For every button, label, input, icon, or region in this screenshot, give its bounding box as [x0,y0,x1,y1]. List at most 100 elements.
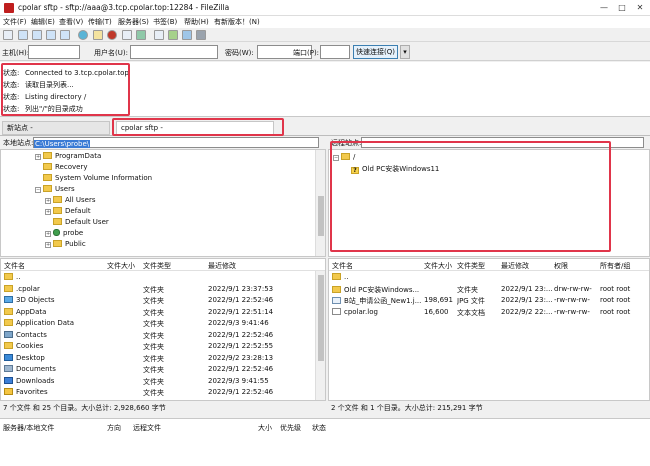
tree-item[interactable]: Recovery [43,163,87,171]
tree-item[interactable]: + All Users [45,196,96,204]
disconnect-icon[interactable] [122,30,132,40]
tree-item[interactable]: − / [333,153,355,161]
tree-item[interactable]: ? Old PC安装Windows11 [351,164,439,174]
col-filetype[interactable]: 文件类型 [143,261,171,271]
menu-bookmarks[interactable]: 书签(B) [153,17,177,27]
queue-col-direction[interactable]: 方向 [107,423,121,433]
site-manager-icon[interactable] [3,30,13,40]
file-row[interactable]: Desktop 文件夹 2022/9/2 23:28:13 [1,353,325,364]
minimize-button[interactable]: — [598,2,610,14]
toggle-local-tree-icon[interactable] [32,30,42,40]
file-date: 2022/9/1 23:... [501,296,553,304]
host-input[interactable] [28,45,80,59]
file-size: 16,600 [424,307,449,316]
search-icon[interactable] [196,30,206,40]
file-row[interactable]: .cpolar 文件夹 2022/9/1 23:37:53 [1,284,325,295]
cancel-icon[interactable] [107,30,117,40]
close-button[interactable]: ✕ [634,2,646,14]
tree-item[interactable]: + Default [45,207,91,215]
image-icon [332,297,341,304]
username-input[interactable] [130,45,218,59]
tree-item[interactable]: System Volume Information [43,174,152,182]
quickconnect-dropdown-button[interactable]: ▾ [400,45,410,59]
file-row[interactable]: Application Data 文件夹 2022/9/3 9:41:46 [1,318,325,329]
tab-new-site[interactable]: 新站点 - sftp://aaa@127.0.0.1 [2,121,110,145]
docs-icon [4,365,13,372]
tree-item[interactable]: + probe [45,229,83,237]
remote-path-input[interactable] [361,137,644,148]
col-filename[interactable]: 文件名 [332,261,353,271]
file-name: Favorites [16,388,48,396]
file-row[interactable]: Favorites 文件夹 2022/9/1 22:52:46 [1,387,325,398]
col-modified[interactable]: 最近修改 [208,261,236,271]
queue-col-status[interactable]: 状态 [312,423,326,433]
toggle-queue-icon[interactable] [60,30,70,40]
menu-edit[interactable]: 编辑(E) [31,17,55,27]
file-row[interactable]: Cookies 文件夹 2022/9/1 22:52:55 [1,341,325,352]
queue-col-priority[interactable]: 优先级 [280,423,301,433]
file-date: 2022/9/1 22:52:55 [208,342,274,350]
file-row[interactable]: AppData 文件夹 2022/9/1 22:51:14 [1,307,325,318]
file-type: 文本文档 [457,308,485,317]
menu-file[interactable]: 文件(F) [3,17,27,27]
local-list-scrollbar[interactable] [315,271,325,400]
col-filetype[interactable]: 文件类型 [457,261,485,271]
sync-browse-icon[interactable] [182,30,192,40]
file-row[interactable]: Contacts 文件夹 2022/9/1 22:52:46 [1,330,325,341]
folder-icon [4,273,13,280]
menu-help[interactable]: 帮助(H) [184,17,209,27]
file-row[interactable]: Documents 文件夹 2022/9/1 22:52:46 [1,364,325,375]
tree-item[interactable]: + ProgramData [35,152,101,160]
file-date: 2022/9/2 22:... [501,307,553,316]
file-type: 文件夹 [143,285,164,294]
file-row[interactable]: 3D Objects 文件夹 2022/9/1 22:52:46 [1,295,325,306]
file-date: 2022/9/1 22:52:46 [208,330,274,339]
menu-server[interactable]: 服务器(S) [118,17,149,27]
file-row[interactable]: B站_申请公函_New1.j... 198,691 JPG 文件 2022/9/1 2… [329,295,649,306]
file-row[interactable]: .. [329,272,649,283]
queue-col-size[interactable]: 大小 [258,423,272,433]
queue-col-server-local[interactable]: 服务器/本地文件 [3,423,54,433]
process-queue-icon[interactable] [93,30,103,40]
toggle-remote-tree-icon[interactable] [46,30,56,40]
col-filesize[interactable]: 文件大小 [107,261,135,271]
tree-item[interactable]: − Users [35,185,75,193]
col-filename[interactable]: 文件名 [4,261,25,271]
reconnect-icon[interactable] [136,30,146,40]
port-input[interactable] [320,45,350,59]
col-permissions[interactable]: 权限 [554,261,568,271]
local-status: 7 个文件 和 25 个目录。大小总计: 2,928,660 字节 [3,402,323,414]
tree-item[interactable]: + Public [45,240,86,248]
scroll-thumb[interactable] [318,196,324,236]
username-label: 用户名(U): [94,49,128,57]
queue-col-remote[interactable]: 远程文件 [133,423,161,433]
col-filesize[interactable]: 文件大小 [424,261,452,271]
scroll-thumb[interactable] [318,275,324,361]
file-name: 3D Objects [16,296,55,304]
tree-item[interactable]: Default User [53,218,109,226]
filter-icon[interactable] [154,30,164,40]
port-label: 端口(P): [293,49,320,57]
file-date: 2022/9/2 23:28:13 [208,353,274,362]
menu-transfer[interactable]: 传输(T) [88,17,112,27]
compare-icon[interactable] [168,30,178,40]
tab-cpolar-sftp[interactable]: cpolar sftp - sftp://aaa@3.tcp.cpolar.to… [116,121,274,145]
local-tree-scrollbar[interactable] [315,150,325,256]
menu-view[interactable]: 查看(V) [59,17,83,27]
local-path-input[interactable]: C:\Users\probe\ [33,137,319,148]
file-type: 文件夹 [143,389,164,397]
toggle-log-icon[interactable] [18,30,28,40]
menu-new-version[interactable]: 有新版本！(N) [214,17,260,27]
filezilla-logo-icon [4,3,14,13]
quickconnect-button[interactable]: 快速连接(Q) [353,45,398,59]
desktop-icon [4,353,13,361]
question-folder-icon: ? [351,167,359,174]
file-row[interactable]: Old PC安装Windows... 文件夹 2022/9/1 23:... drw-… [329,284,649,295]
file-row[interactable]: cpolar.log 16,600 文本文档 2022/9/2 22:... -rw-r… [329,307,649,318]
maximize-button[interactable]: □ [616,2,628,14]
refresh-icon[interactable] [78,30,88,40]
file-row[interactable]: Downloads 文件夹 2022/9/3 9:41:55 [1,376,325,387]
col-owner[interactable]: 所有者/组 [600,261,630,271]
file-row[interactable]: .. [1,272,325,283]
col-modified[interactable]: 最近修改 [501,261,529,271]
